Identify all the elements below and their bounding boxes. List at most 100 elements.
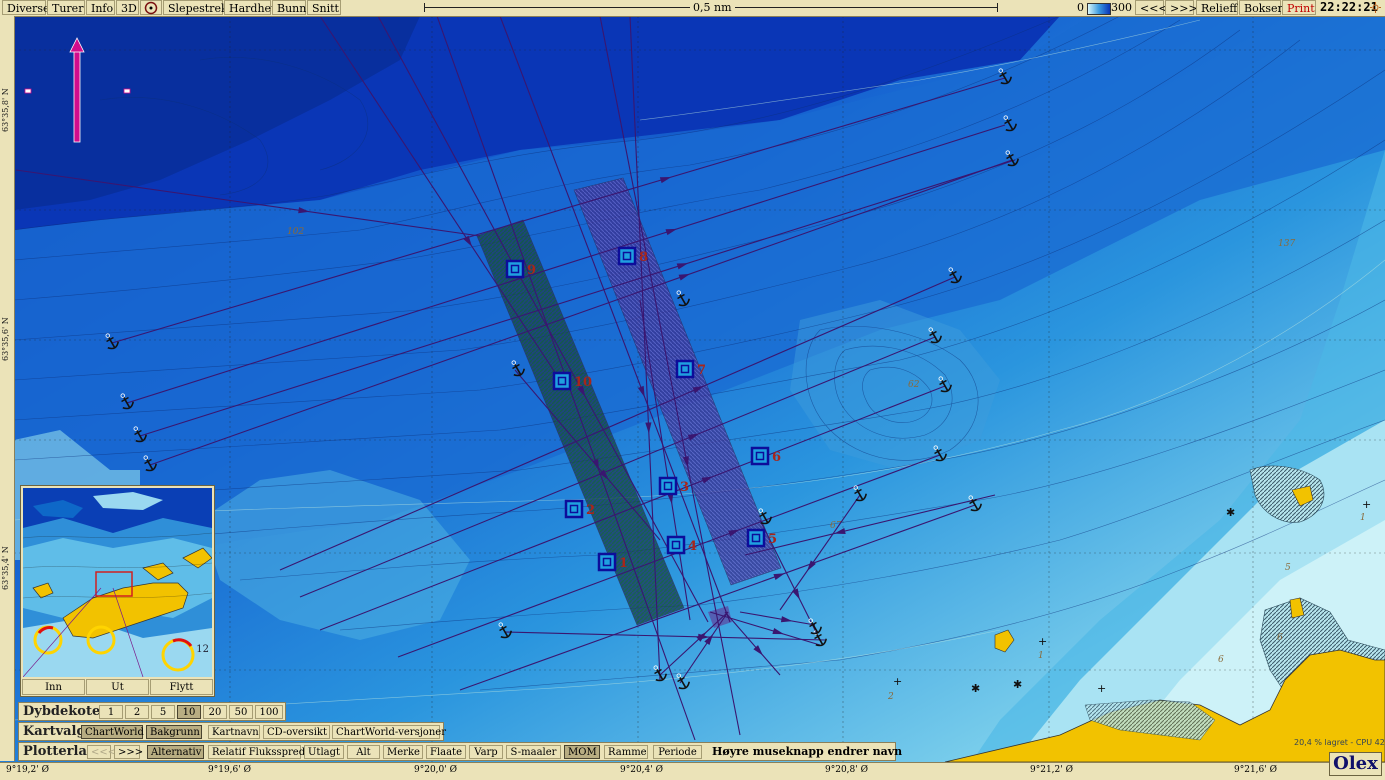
waypoint-3[interactable]: 3 [658,476,689,496]
depth-legend-max: 300 [1111,1,1132,14]
contour-option[interactable]: 1 [99,705,123,719]
menu-bunn[interactable]: Bunn [272,0,306,15]
waypoint-label: 10 [574,375,592,390]
waypoint-label: 4 [688,539,697,554]
layer-relatif-fluksspred[interactable]: Relatif Fluksspred [208,745,305,759]
waypoint-label: 5 [768,532,777,547]
lon-label: 9°21,6' Ø [1234,765,1277,775]
longitude-ruler: 9°19,2' Ø 9°19,6' Ø 9°20,0' Ø 9°20,4' Ø … [0,762,1385,780]
svg-text:✱: ✱ [1013,678,1022,691]
waypoint-label: 2 [586,503,595,518]
compass-icon[interactable] [140,0,162,15]
lon-label: 9°21,2' Ø [1030,765,1073,775]
waypoint-label: 6 [772,450,781,465]
lon-label: 9°20,4' Ø [620,765,663,775]
contour-option[interactable]: 100 [255,705,283,719]
lon-label: 9°19,2' Ø [6,765,49,775]
cd-oversikt-toggle[interactable]: CD-oversikt [263,725,330,739]
plotterlag-row: Plotterlag <<< >>> Alternativ Relatif Fl… [18,742,902,761]
plotterlag-next-button[interactable]: >>> [114,745,143,759]
menu-snitt[interactable]: Snitt [307,0,341,15]
minimap-chart[interactable]: 12 [23,488,212,677]
kartvalg-row: Kartvalg ChartWorld Bakgrunn Kartnavn CD… [18,722,446,741]
waypoint-9[interactable]: 9 [505,259,536,279]
chartworld-versjoner-toggle[interactable]: ChartWorld-versjoner [332,725,446,739]
menu-hardhet[interactable]: Hardhet [224,0,275,15]
contour-option[interactable]: 5 [151,705,175,719]
menu-slepestrek[interactable]: Slepestrek [163,0,228,15]
depth-sounding: 137 [1278,239,1295,249]
menu-3d[interactable]: 3D [116,0,139,15]
lon-label: 9°20,8' Ø [825,765,868,775]
contour-option[interactable]: 2 [125,705,149,719]
waypoint-label: 8 [639,250,648,265]
latitude-ruler: 63°35,8' N 63°35,6' N 63°35,4' N [0,16,15,761]
sun-icon[interactable] [1370,2,1381,13]
depth-legend-min: 0 [1077,1,1084,14]
lon-label: 9°19,6' Ø [208,765,251,775]
layer-flaate[interactable]: Flaate [426,745,466,759]
lat-label: 63°35,6' N [1,317,10,361]
svg-text:+: + [1362,498,1371,511]
layer-periode[interactable]: Periode [653,745,702,759]
kartnavn-toggle[interactable]: Kartnavn [208,725,260,739]
relieff-button[interactable]: Relieff [1196,0,1238,15]
status-text: 20,4 % lagret - CPU 42°C [1294,738,1385,747]
waypoint-7[interactable]: 7 [675,359,706,379]
contour-option[interactable]: 20 [203,705,227,719]
menu-info[interactable]: Info [86,0,115,15]
olex-logo[interactable]: Olex [1329,752,1382,776]
depth-sounding: 6 [1277,633,1283,643]
lon-label: 9°20,0' Ø [414,765,457,775]
layer-utlagt[interactable]: Utlagt [304,745,344,759]
plotterlag-prev-button[interactable]: <<< [87,745,116,759]
plotterlag-title: Plotterlag [23,744,96,759]
depth-sounding: 1 [1360,513,1366,523]
chartworld-toggle[interactable]: ChartWorld [81,725,144,739]
move-button[interactable]: Flytt [150,679,213,695]
dybdekoter-title: Dybdekoter [23,704,108,719]
waypoint-8[interactable]: 8 [617,246,648,266]
print-button[interactable]: Print [1282,0,1316,15]
svg-text:+: + [893,675,902,688]
zoom-in-button[interactable]: Inn [22,679,85,695]
depth-legend-bar [1087,3,1111,15]
svg-text:+: + [1097,682,1106,695]
depth-sounding: 5 [1285,563,1291,573]
bakgrunn-toggle[interactable]: Bakgrunn [146,725,202,739]
dybdekoter-row: Dybdekoter 1 2 5 10 20 50 100 [18,702,286,721]
waypoint-label: 1 [619,556,628,571]
zoom-out-button[interactable]: Ut [86,679,149,695]
lat-label: 63°35,8' N [1,88,10,132]
depth-sounding: 62 [908,380,920,390]
waypoint-2[interactable]: 2 [564,499,595,519]
menu-turer[interactable]: Turer [47,0,85,15]
waypoint-1[interactable]: 1 [597,552,628,572]
layer-alt[interactable]: Alt [347,745,380,759]
waypoint-10[interactable]: 10 [552,371,592,391]
nav-back-button[interactable]: <<< [1135,0,1168,15]
waypoint-4[interactable]: 4 [666,535,697,555]
waypoint-5[interactable]: 5 [746,528,777,548]
minimap-depth-label: 12 [196,644,209,655]
svg-text:+: + [1038,635,1047,648]
svg-text:✱: ✱ [971,682,980,695]
waypoint-label: 7 [697,363,706,378]
lat-label: 63°35,4' N [1,546,10,590]
layer-alternativ[interactable]: Alternativ [147,745,204,759]
layer-ramme[interactable]: Ramme [604,745,648,759]
layer-varp[interactable]: Varp [469,745,503,759]
depth-sounding: 6 [1218,655,1224,665]
contour-option[interactable]: 50 [229,705,253,719]
layer-mom[interactable]: MOM [564,745,600,759]
bokser-button[interactable]: Bokser [1239,0,1283,15]
menu-diverse[interactable]: Diverse [2,0,49,15]
layer-s-maaler[interactable]: S-maaler [506,745,561,759]
layer-merke[interactable]: Merke [383,745,423,759]
contour-option-selected[interactable]: 10 [177,705,201,719]
depth-sounding: 2 [887,692,894,702]
waypoint-6[interactable]: 6 [750,446,781,466]
overview-minimap[interactable]: 12 Inn Ut Flytt [20,485,215,697]
rename-hint: Høyre museknapp endrer navn [709,745,902,759]
nav-forward-button[interactable]: >>> [1165,0,1198,15]
